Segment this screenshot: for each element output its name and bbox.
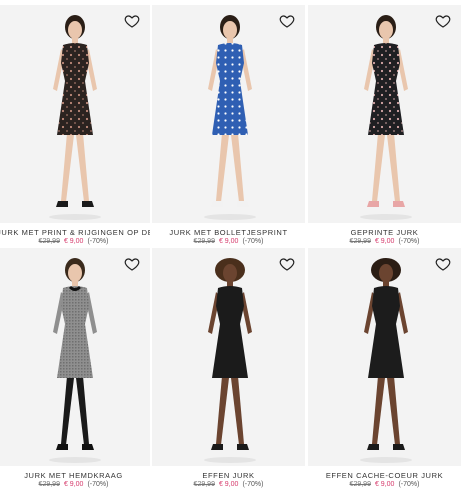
discount-badge: (-70%)	[398, 238, 420, 245]
product-grid: JURK MET PRINT & RIJGINGEN OP DE RUG€29,…	[0, 0, 475, 491]
old-price: €29,99	[349, 238, 371, 245]
price-line: €29,99 € 9,00 (-70%)	[308, 238, 461, 245]
discount-badge: (-70%)	[87, 238, 109, 245]
heart-icon[interactable]	[279, 256, 295, 272]
product-image[interactable]	[308, 5, 461, 223]
product-title[interactable]: EFFEN JURK	[152, 471, 305, 480]
price-line: €29,99 € 9,00 (-70%)	[152, 481, 305, 488]
product-card[interactable]: JURK MET PRINT & RIJGINGEN OP DE RUG€29,…	[0, 5, 150, 250]
product-title[interactable]: JURK MET HEMDKRAAG	[0, 471, 150, 480]
product-image[interactable]	[152, 248, 305, 466]
product-image[interactable]	[0, 5, 150, 223]
product-card[interactable]: JURK MET HEMDKRAAG €29,99 € 9,00 (-70%)	[0, 248, 150, 491]
product-image[interactable]	[0, 248, 150, 466]
product-card[interactable]: GEPRINTE JURK €29,99 € 9,00 (-70%)	[308, 5, 461, 250]
product-title[interactable]: EFFEN CACHE-COEUR JURK	[308, 471, 461, 480]
sale-price: € 9,00	[218, 481, 239, 488]
sale-price: € 9,00	[218, 238, 239, 245]
old-price: €29,99	[193, 238, 215, 245]
sale-price: € 9,00	[374, 238, 395, 245]
price-line: €29,99 € 9,00 (-70%)	[0, 481, 150, 488]
product-card[interactable]: EFFEN JURK €29,99 € 9,00 (-70%)	[152, 248, 305, 491]
product-title[interactable]: JURK MET BOLLETJESPRINT	[152, 228, 305, 237]
old-price: €29,99	[38, 238, 60, 245]
discount-badge: (-70%)	[398, 481, 420, 488]
heart-icon[interactable]	[124, 256, 140, 272]
old-price: €29,99	[193, 481, 215, 488]
old-price: €29,99	[349, 481, 371, 488]
discount-badge: (-70%)	[242, 481, 264, 488]
product-image[interactable]	[152, 5, 305, 223]
sale-price: € 9,00	[374, 481, 395, 488]
price-line: €29,99 € 9,00 (-70%)	[0, 238, 150, 245]
old-price: €29,99	[38, 481, 60, 488]
price-line: €29,99 € 9,00 (-70%)	[308, 481, 461, 488]
sale-price: € 9,00	[63, 238, 84, 245]
heart-icon[interactable]	[435, 13, 451, 29]
product-title[interactable]: GEPRINTE JURK	[308, 228, 461, 237]
heart-icon[interactable]	[279, 13, 295, 29]
product-image[interactable]	[308, 248, 461, 466]
product-card[interactable]: JURK MET BOLLETJESPRINT €29,99 € 9,00 (-70%…	[152, 5, 305, 250]
heart-icon[interactable]	[435, 256, 451, 272]
heart-icon[interactable]	[124, 13, 140, 29]
discount-badge: (-70%)	[87, 481, 109, 488]
sale-price: € 9,00	[63, 481, 84, 488]
price-line: €29,99 € 9,00 (-70%)	[152, 238, 305, 245]
discount-badge: (-70%)	[242, 238, 264, 245]
product-title[interactable]: JURK MET PRINT & RIJGINGEN OP DE RUG	[0, 228, 150, 237]
product-card[interactable]: EFFEN CACHE-COEUR JURK €29,99 € 9,00 (-70%)	[308, 248, 461, 491]
